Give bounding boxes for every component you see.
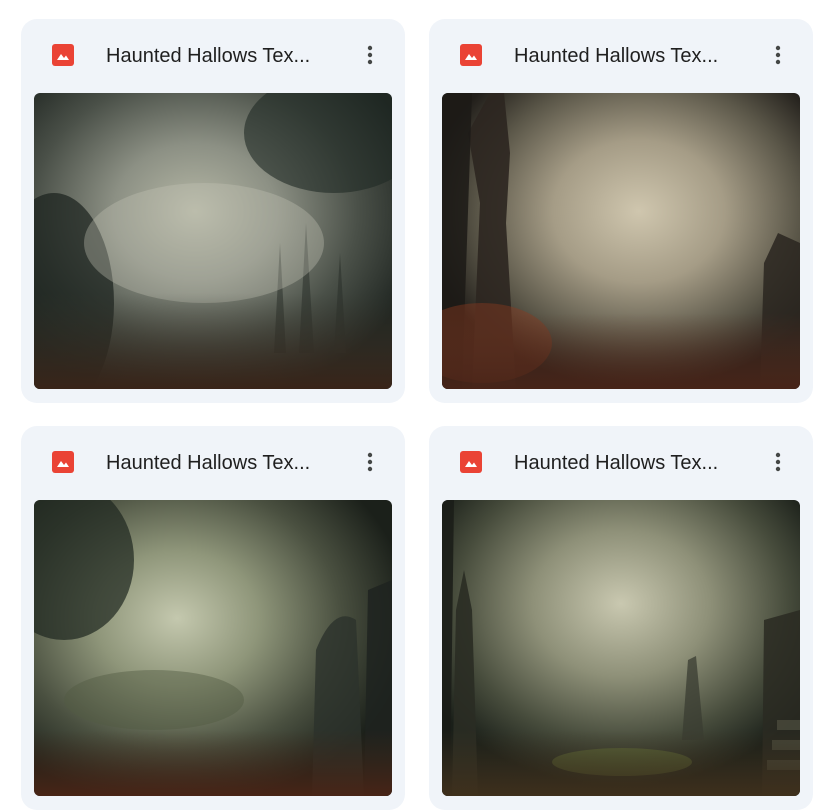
- file-thumbnail[interactable]: [442, 500, 800, 796]
- more-vert-icon: [775, 45, 781, 65]
- haunted-forest-thumbnail: [34, 500, 392, 796]
- file-thumbnail[interactable]: [34, 500, 392, 796]
- more-actions-button[interactable]: [354, 446, 386, 478]
- more-vert-icon: [367, 452, 373, 472]
- file-card-header: Haunted Hallows Tex...: [429, 19, 813, 91]
- image-file-icon: [52, 451, 74, 473]
- more-vert-icon: [775, 452, 781, 472]
- image-file-icon: [460, 44, 482, 66]
- haunted-forest-thumbnail: [442, 500, 800, 796]
- file-card-header: Haunted Hallows Tex...: [21, 426, 405, 498]
- file-name: Haunted Hallows Tex...: [106, 45, 311, 67]
- file-thumbnail[interactable]: [34, 93, 392, 389]
- file-card[interactable]: Haunted Hallows Tex...: [429, 426, 813, 810]
- more-actions-button[interactable]: [354, 39, 386, 71]
- more-actions-button[interactable]: [762, 446, 794, 478]
- more-actions-button[interactable]: [762, 39, 794, 71]
- image-file-icon: [460, 451, 482, 473]
- file-thumbnail[interactable]: [442, 93, 800, 389]
- file-name: Haunted Hallows Tex...: [514, 45, 719, 67]
- haunted-forest-thumbnail: [34, 93, 392, 389]
- file-card-header: Haunted Hallows Tex...: [429, 426, 813, 498]
- file-card[interactable]: Haunted Hallows Tex...: [429, 19, 813, 403]
- file-name: Haunted Hallows Tex...: [106, 452, 311, 474]
- file-card-header: Haunted Hallows Tex...: [21, 19, 405, 91]
- image-file-icon: [52, 44, 74, 66]
- haunted-forest-thumbnail: [442, 93, 800, 389]
- file-card[interactable]: Haunted Hallows Tex...: [21, 426, 405, 810]
- file-card[interactable]: Haunted Hallows Tex...: [21, 19, 405, 403]
- file-grid: Haunted Hallows Tex... Haunted Hallows T…: [0, 0, 820, 810]
- file-name: Haunted Hallows Tex...: [514, 452, 719, 474]
- more-vert-icon: [367, 45, 373, 65]
